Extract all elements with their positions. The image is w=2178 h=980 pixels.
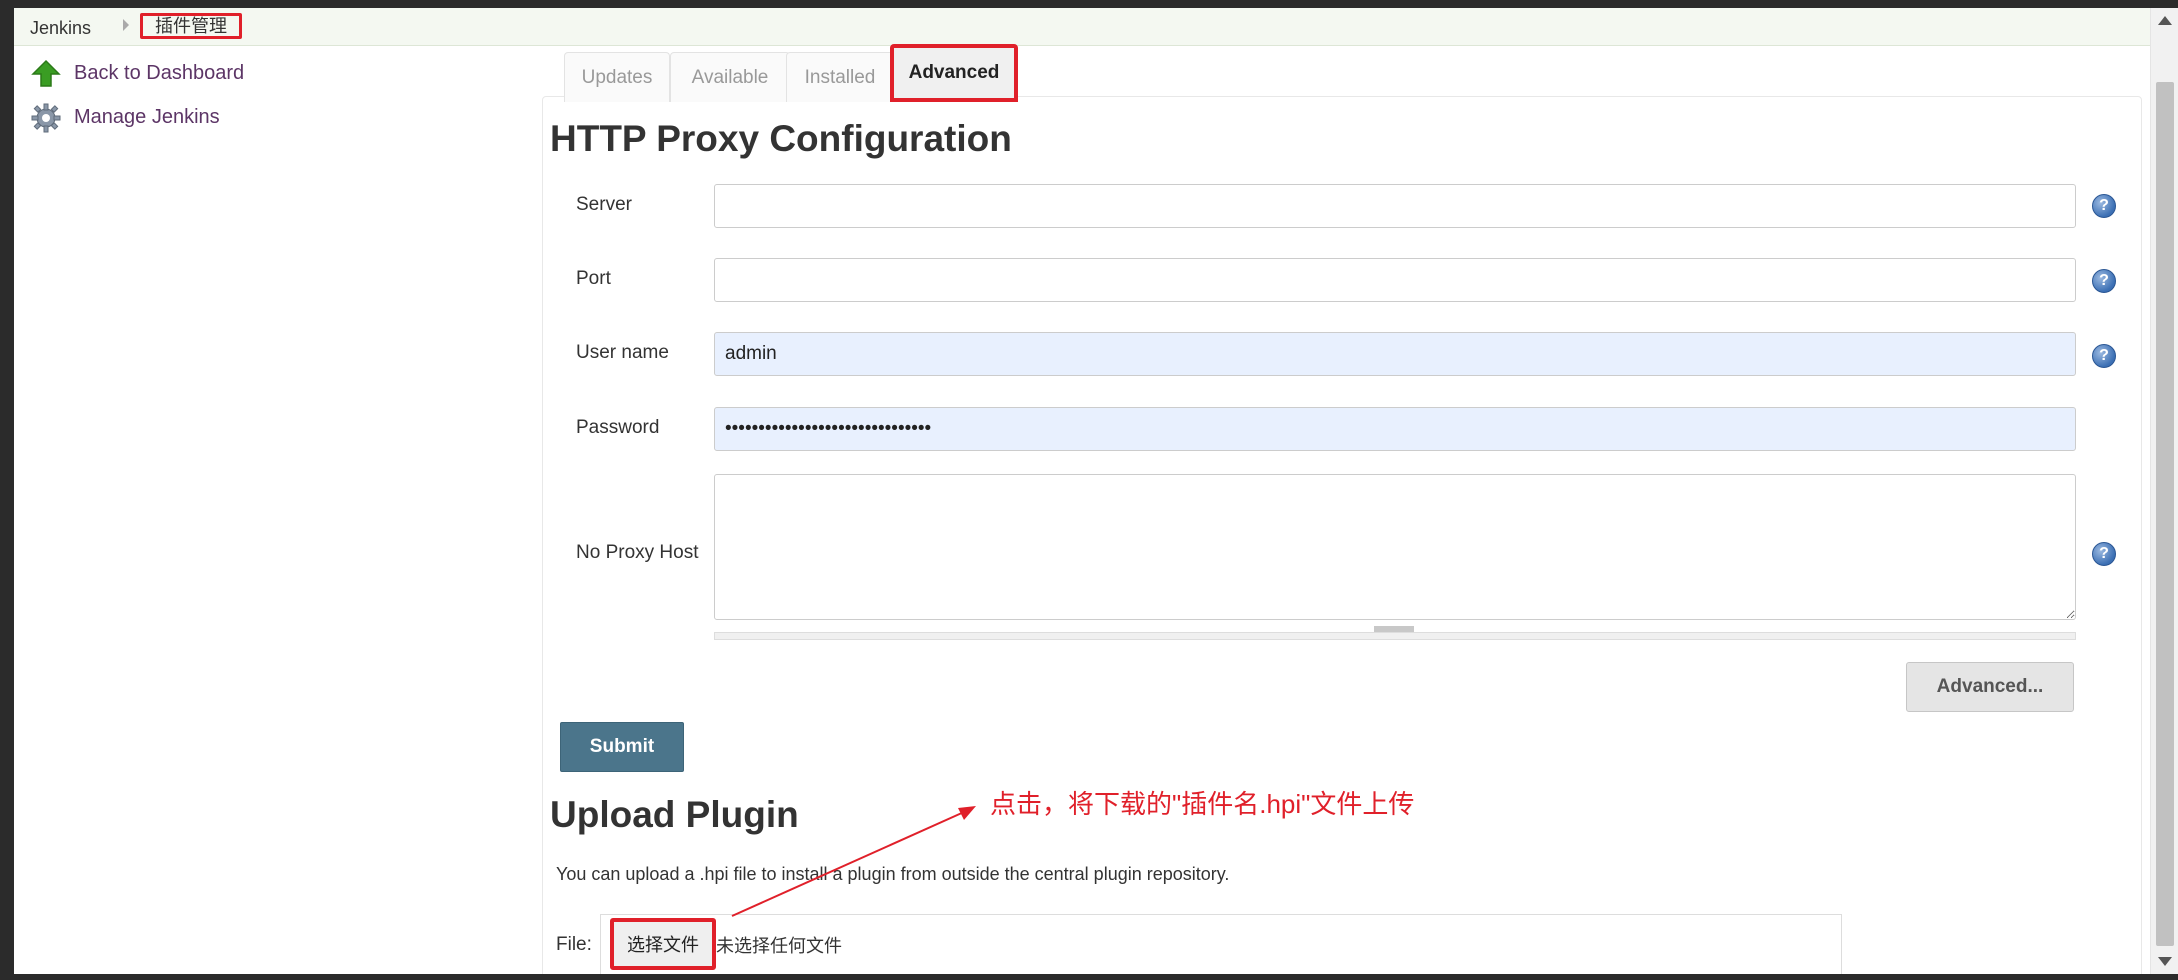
scroll-up-arrow-icon[interactable] (2158, 16, 2172, 25)
vertical-scrollbar[interactable] (2150, 8, 2178, 974)
annotation-arrow (731, 806, 976, 917)
annotation-text: 点击，将下载的"插件名.hpi"文件上传 (990, 789, 1415, 819)
scroll-down-arrow-icon[interactable] (2158, 957, 2172, 966)
jenkins-page: Jenkins 插件管理 Back to Dashboard Manage Je… (14, 8, 2178, 974)
scroll-thumb[interactable] (2156, 82, 2174, 946)
